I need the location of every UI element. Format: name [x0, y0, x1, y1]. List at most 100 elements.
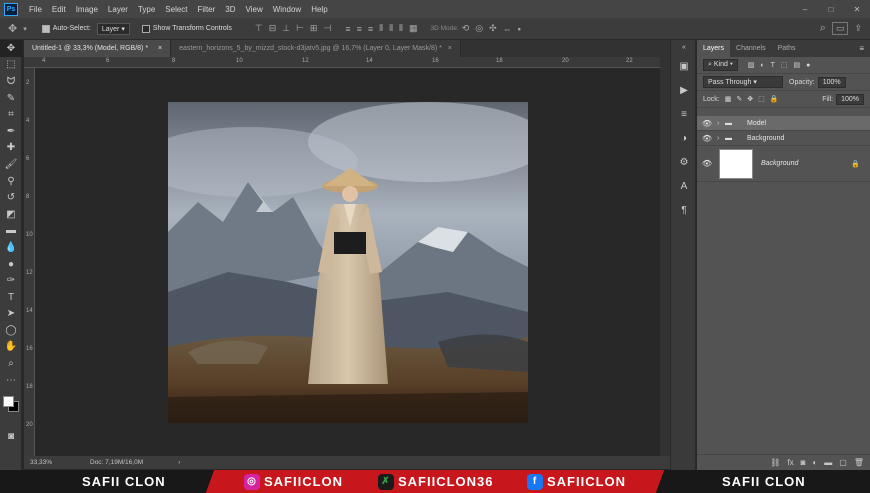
- paragraph-panel-icon[interactable]: ¶: [671, 198, 697, 222]
- expand-group-icon[interactable]: ›: [717, 120, 725, 127]
- move-tool-icon[interactable]: ✥: [8, 22, 17, 35]
- menu-file[interactable]: File: [24, 5, 47, 14]
- distribute-center-icon[interactable]: ≡: [357, 24, 362, 34]
- type-tool[interactable]: T: [0, 289, 22, 306]
- align-left-icon[interactable]: ⊢: [296, 23, 304, 34]
- layer-row[interactable]: 👁 › ▬ Model: [697, 116, 870, 131]
- link-layers-icon[interactable]: ⛓: [770, 458, 780, 467]
- 3d-slide-icon[interactable]: ⇔: [503, 24, 512, 34]
- 3d-drag-icon[interactable]: ✣: [489, 23, 497, 34]
- menu-type[interactable]: Type: [133, 5, 160, 14]
- menu-select[interactable]: Select: [160, 5, 192, 14]
- layer-name[interactable]: Background: [761, 160, 798, 167]
- filter-type-icon[interactable]: T: [771, 62, 775, 69]
- distribute-left-icon[interactable]: ⦀: [379, 23, 383, 34]
- tool-preset-dropdown-icon[interactable]: ▾: [23, 25, 27, 33]
- distribute-hcenter-icon[interactable]: ⦀: [389, 23, 393, 34]
- collapse-panels-icon[interactable]: «: [671, 40, 697, 54]
- search-icon[interactable]: ⌕: [820, 22, 826, 35]
- blend-mode-dropdown[interactable]: Pass Through ▾: [703, 76, 783, 88]
- filter-toggle-icon[interactable]: ●: [806, 62, 810, 69]
- eraser-tool[interactable]: ◩: [0, 206, 22, 223]
- menu-3d[interactable]: 3D: [220, 5, 240, 14]
- properties-panel-icon[interactable]: ≡: [671, 102, 697, 126]
- dodge-tool[interactable]: ●: [0, 256, 22, 273]
- filter-smart-object-icon[interactable]: ▤: [794, 61, 801, 69]
- adjustments-panel-icon[interactable]: ◑: [671, 126, 697, 150]
- history-panel-icon[interactable]: ▣: [671, 54, 697, 78]
- lock-image-icon[interactable]: ✎: [736, 95, 742, 103]
- align-bottom-icon[interactable]: ⊥: [282, 23, 290, 34]
- new-layer-icon[interactable]: ▢: [839, 458, 847, 467]
- align-vertical-center-icon[interactable]: ⊟: [269, 23, 277, 34]
- tab-paths[interactable]: Paths: [772, 40, 802, 57]
- layer-row[interactable]: 👁 Background 🔒: [697, 146, 870, 182]
- menu-window[interactable]: Window: [268, 5, 306, 14]
- maximize-button[interactable]: □: [818, 5, 844, 14]
- shape-tool[interactable]: ◯: [0, 322, 22, 339]
- status-menu-arrow[interactable]: ›: [178, 459, 180, 466]
- close-window-button[interactable]: ✕: [844, 5, 870, 14]
- visibility-eye-icon[interactable]: 👁: [697, 159, 717, 168]
- filter-pixel-icon[interactable]: ▨: [748, 61, 755, 69]
- lasso-tool[interactable]: ᗢ: [0, 73, 22, 90]
- tab-eastern-horizons[interactable]: eastern_horizons_5_by_mizzd_stock-d3jatv…: [171, 40, 461, 57]
- filter-adjustment-icon[interactable]: ◐: [760, 62, 764, 69]
- distribute-bottom-icon[interactable]: ≡: [368, 24, 373, 34]
- layer-style-icon[interactable]: fx: [787, 458, 793, 467]
- distribute-right-icon[interactable]: ⦀: [399, 23, 403, 34]
- clone-stamp-tool[interactable]: ⚲: [0, 173, 22, 190]
- move-tool[interactable]: ✥: [0, 40, 22, 57]
- menu-help[interactable]: Help: [306, 5, 332, 14]
- quick-mask-icon[interactable]: ◙: [0, 428, 22, 445]
- crop-tool[interactable]: ⌗: [0, 106, 22, 123]
- add-mask-icon[interactable]: ◙: [801, 458, 806, 467]
- brush-settings-icon[interactable]: ⚙: [671, 150, 697, 174]
- pen-tool[interactable]: ✑: [0, 272, 22, 289]
- character-panel-icon[interactable]: A: [671, 174, 697, 198]
- more-tools[interactable]: ⋯: [0, 372, 22, 389]
- menu-filter[interactable]: Filter: [193, 5, 221, 14]
- 3d-rotate-icon[interactable]: ⟲: [462, 23, 470, 34]
- minimize-button[interactable]: –: [792, 5, 818, 14]
- auto-select-dropdown[interactable]: Layer ▾: [96, 22, 130, 35]
- lock-all-icon[interactable]: 🔒: [770, 95, 779, 103]
- zoom-tool[interactable]: ⌕: [0, 355, 22, 372]
- 3d-roll-icon[interactable]: ◎: [475, 23, 483, 34]
- lock-artboard-icon[interactable]: ⬚: [758, 95, 765, 103]
- history-brush-tool[interactable]: ↺: [0, 189, 22, 206]
- layer-name[interactable]: Model: [747, 120, 766, 127]
- auto-align-icon[interactable]: ▦: [409, 23, 418, 34]
- vertical-scrollbar[interactable]: [660, 57, 670, 456]
- visibility-eye-icon[interactable]: 👁: [697, 119, 717, 128]
- align-top-icon[interactable]: ⊤: [255, 23, 263, 34]
- menu-view[interactable]: View: [241, 5, 268, 14]
- hand-tool[interactable]: ✋: [0, 339, 22, 356]
- 3d-scale-icon[interactable]: ▪: [518, 24, 521, 34]
- gradient-tool[interactable]: ▬: [0, 223, 22, 240]
- blur-tool[interactable]: 💧: [0, 239, 22, 256]
- lock-transparent-icon[interactable]: ▦: [725, 95, 732, 103]
- eyedropper-tool[interactable]: ✒: [0, 123, 22, 140]
- close-tab-icon[interactable]: ×: [158, 45, 162, 52]
- align-right-icon[interactable]: ⊣: [323, 23, 331, 34]
- share-icon[interactable]: ⇪: [854, 23, 862, 34]
- kind-filter-dropdown[interactable]: ⌕ Kind ▾: [703, 59, 738, 71]
- marquee-tool[interactable]: ⬚: [0, 57, 22, 74]
- zoom-level[interactable]: 33,33%: [30, 459, 80, 466]
- panel-menu-icon[interactable]: ≡: [853, 40, 870, 57]
- visibility-eye-icon[interactable]: 👁: [697, 134, 717, 143]
- color-swatches[interactable]: [0, 388, 21, 428]
- expand-group-icon[interactable]: ›: [717, 135, 725, 142]
- lock-position-icon[interactable]: ✥: [747, 95, 753, 103]
- document-image[interactable]: [168, 102, 528, 423]
- distribute-top-icon[interactable]: ≡: [345, 24, 350, 34]
- delete-layer-icon[interactable]: 🗑: [854, 458, 864, 467]
- auto-select-checkbox[interactable]: [41, 24, 50, 33]
- workspace-icon[interactable]: ▭: [831, 22, 849, 35]
- show-transform-controls-checkbox[interactable]: [141, 24, 150, 33]
- filter-shape-icon[interactable]: ⬚: [781, 61, 788, 69]
- path-selection-tool[interactable]: ➤: [0, 306, 22, 323]
- menu-edit[interactable]: Edit: [47, 5, 71, 14]
- opacity-field[interactable]: 100%: [817, 76, 846, 88]
